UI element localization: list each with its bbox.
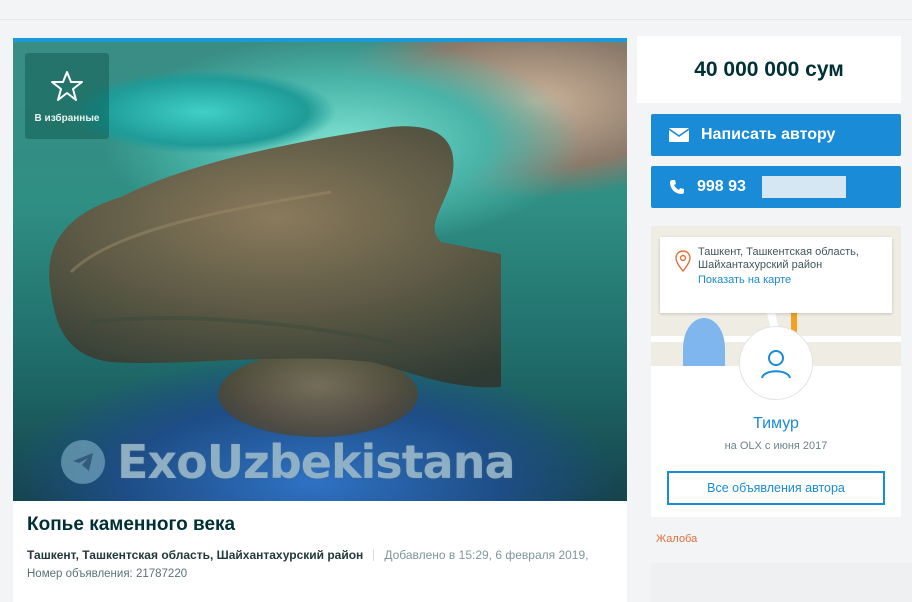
telegram-icon xyxy=(61,440,105,484)
phone-number: 998 93 xyxy=(697,178,746,195)
stone-spearhead-image xyxy=(49,126,501,388)
message-author-button[interactable]: Написать автору xyxy=(651,114,901,156)
ad-info-card: Копье каменного века Ташкент, Ташкентска… xyxy=(13,501,627,602)
seller-name[interactable]: Тимур xyxy=(651,415,901,433)
divider xyxy=(373,549,375,561)
phone-icon xyxy=(670,180,684,194)
show-on-map-link[interactable]: Показать на карте xyxy=(698,274,882,286)
top-bar xyxy=(0,0,912,20)
report-link[interactable]: Жалоба xyxy=(656,533,697,545)
ad-added-date: Добавлено в 15:29, 6 февраля 2019, xyxy=(384,548,589,562)
placeholder-block xyxy=(651,563,912,602)
add-to-favorites-button[interactable]: В избранные xyxy=(25,53,109,139)
watermark-text: ExoUzbekistana xyxy=(117,435,516,489)
show-phone-button[interactable]: 998 93 xyxy=(651,166,901,208)
price-box: 40 000 000 сум xyxy=(637,36,901,103)
seller-card: Ташкент, Ташкентская область, Шайхантаху… xyxy=(651,226,901,517)
seller-since: на OLX с июня 2017 xyxy=(724,440,828,452)
avatar[interactable] xyxy=(739,326,813,400)
ad-meta: Ташкент, Ташкентская область, Шайхантаху… xyxy=(27,548,613,562)
ad-number: Номер объявления: 21787220 xyxy=(27,568,188,580)
watermark: ExoUzbekistana xyxy=(61,427,516,497)
address-box: Ташкент, Ташкентская область, Шайхантаху… xyxy=(660,237,892,313)
all-author-ads-button[interactable]: Все объявления автора xyxy=(667,471,885,505)
envelope-icon xyxy=(669,128,689,142)
message-author-label: Написать автору xyxy=(701,126,836,143)
star-icon xyxy=(51,70,83,101)
user-icon xyxy=(761,350,791,379)
map-water xyxy=(683,318,725,366)
ad-title: Копье каменного века xyxy=(27,514,236,535)
phone-number-mask xyxy=(761,176,846,198)
favorites-label: В избранные xyxy=(34,112,100,124)
price: 40 000 000 сум xyxy=(694,57,844,81)
location-pin-icon xyxy=(675,250,691,272)
ad-location[interactable]: Ташкент, Ташкентская область, Шайхантаху… xyxy=(27,548,363,562)
seller-address: Ташкент, Ташкентская область, Шайхантаху… xyxy=(698,246,859,271)
